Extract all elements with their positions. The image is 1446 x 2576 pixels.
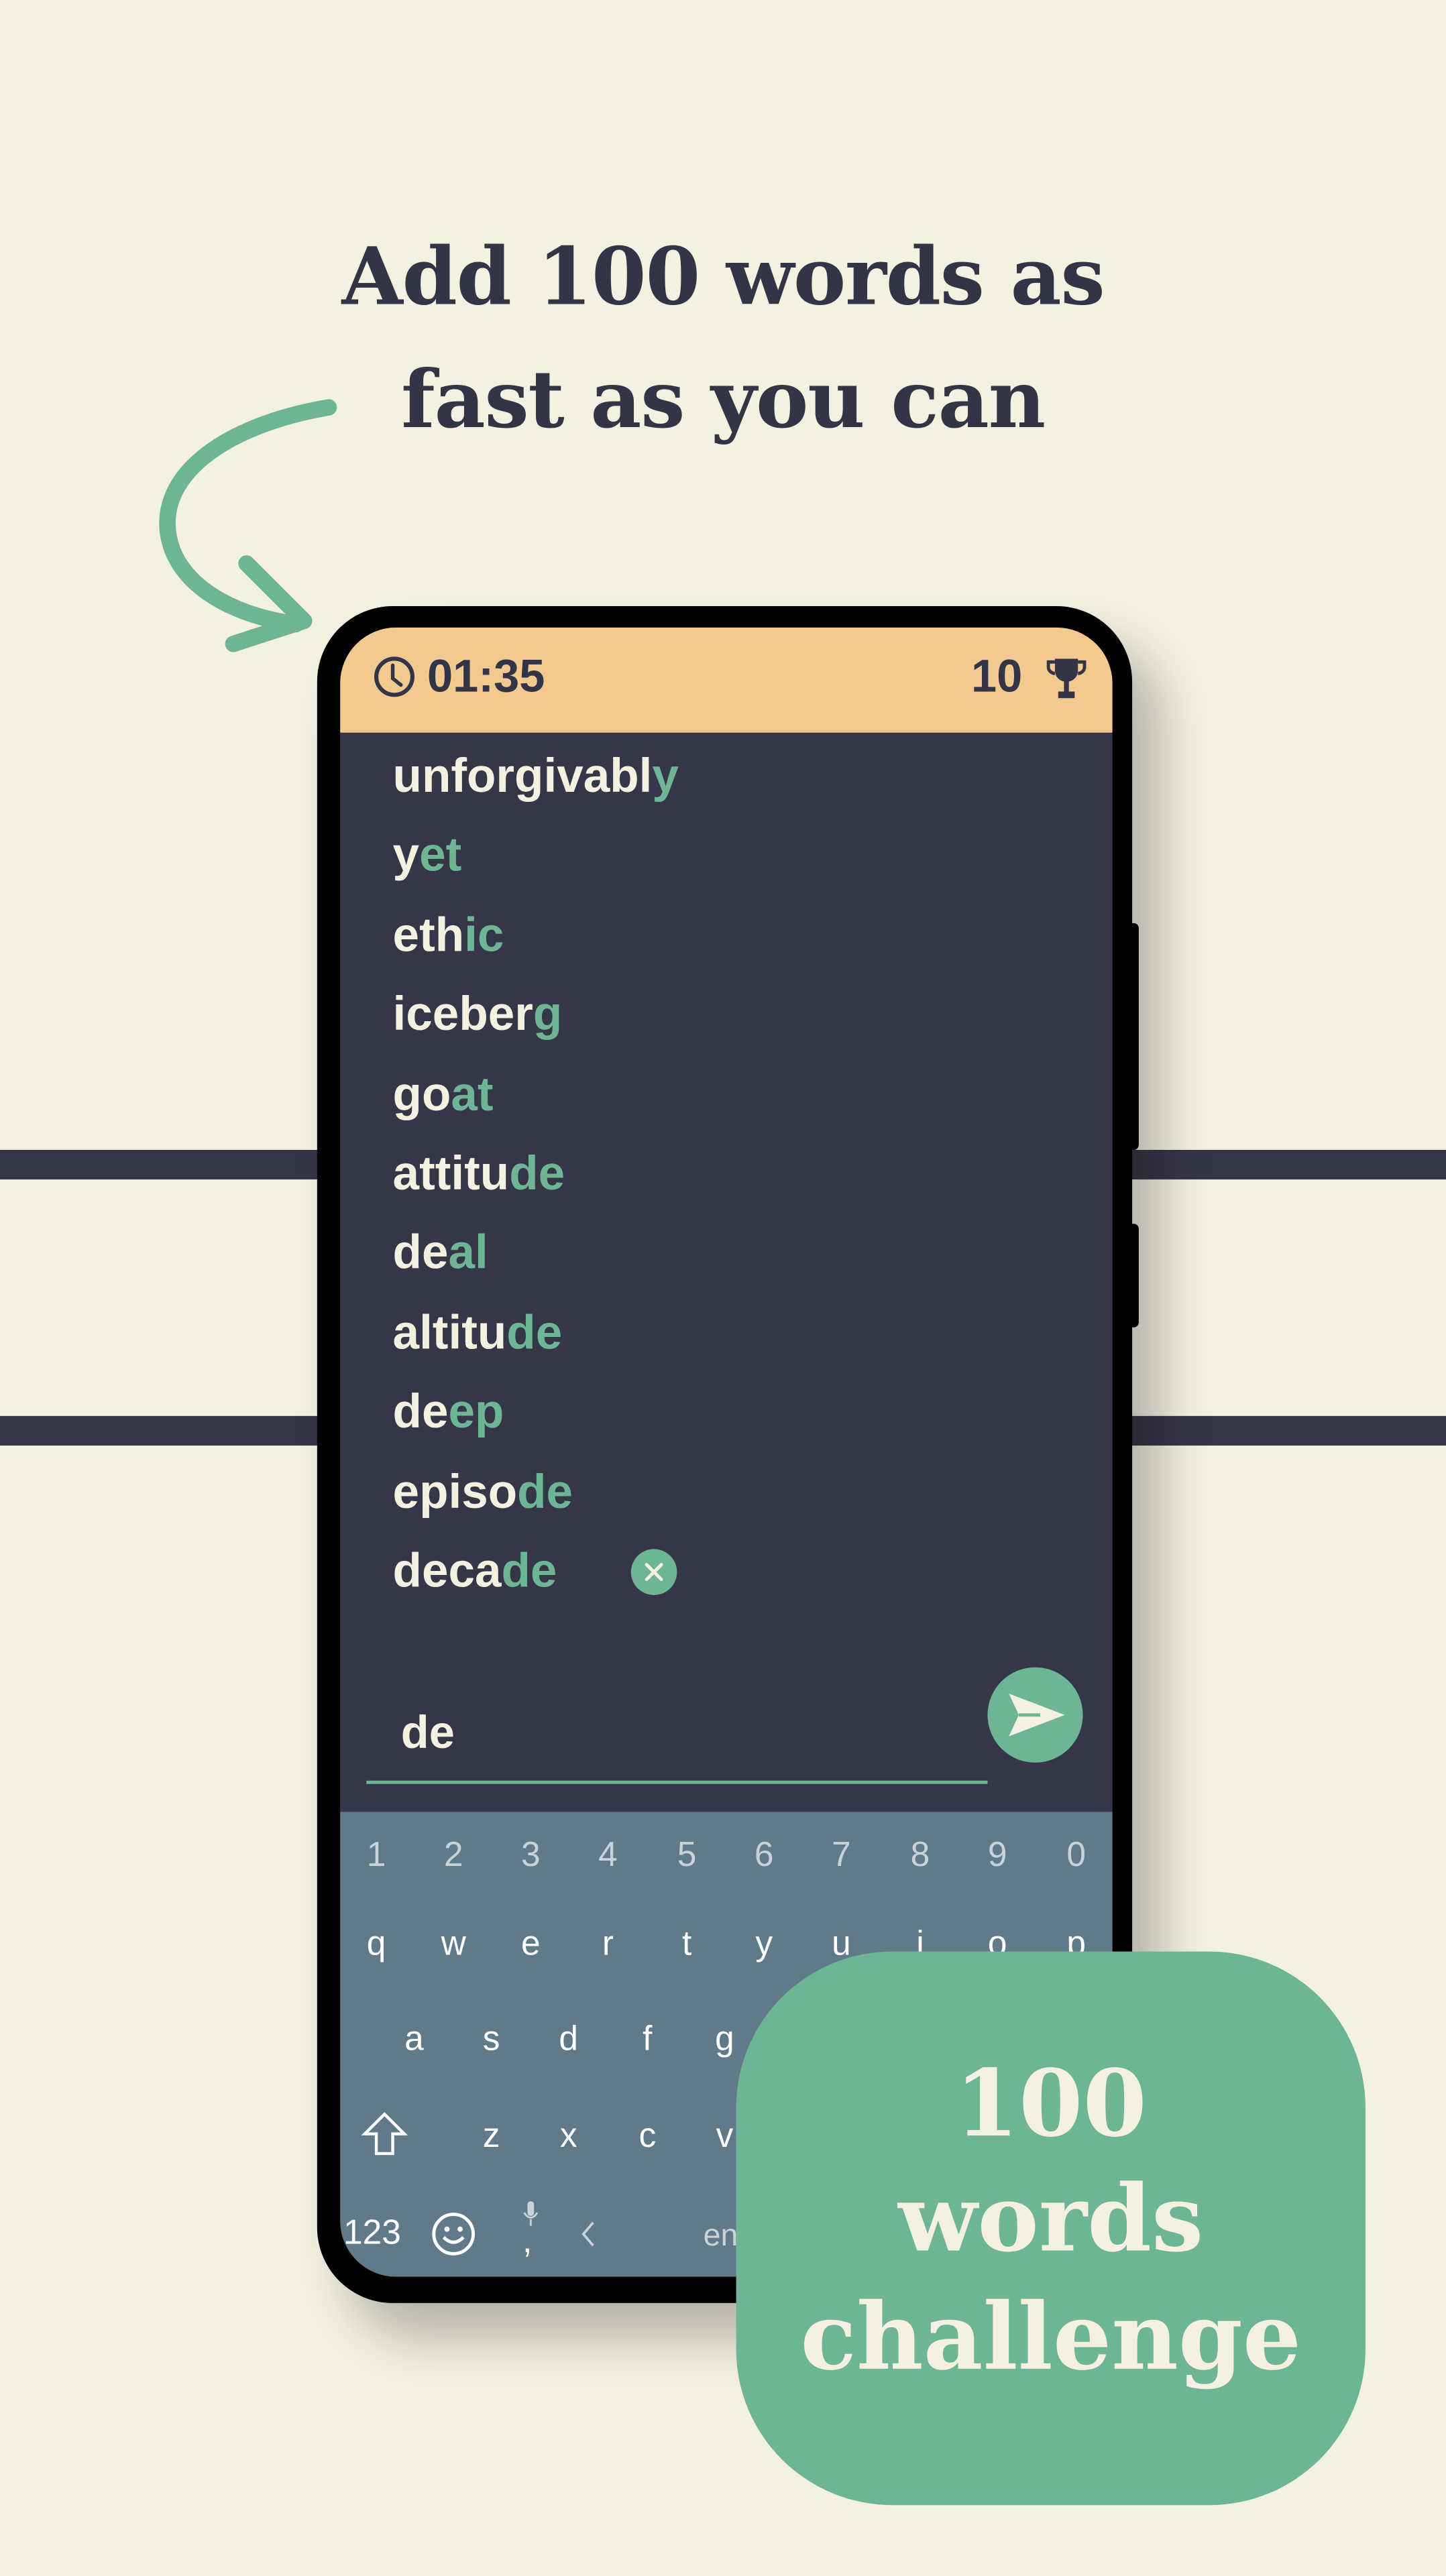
word-completed-part: et [419,830,462,883]
word-typed-part: go [392,1068,451,1122]
word-list-item: altitude [393,1309,563,1358]
word-completed-part: y [652,750,679,804]
shift-key-icon[interactable] [360,2111,410,2157]
clock-icon [374,656,415,697]
key-q[interactable]: q [351,1927,401,1961]
word-typed-part: unforgivabl [392,750,653,804]
word-typed-part: eth [392,909,465,963]
comma-key[interactable]: , [522,2223,532,2262]
key-w[interactable]: w [429,1927,478,1961]
word-list-item: yet [393,833,462,881]
emoji-key-icon[interactable] [431,2211,477,2258]
word-completed-part: al [448,1228,488,1281]
key-z[interactable]: z [467,2119,516,2154]
word-completed-part: de [517,1466,573,1519]
word-list-item: ethic [392,909,504,963]
word-input-value: de [400,1706,455,1758]
badge-line-2: words [898,2165,1204,2274]
badge-line-1: 100 [954,2050,1147,2159]
word-list-item: unforgivably [392,750,679,804]
word-typed-part: de [392,1387,449,1440]
word-completed-part: de [509,1148,565,1201]
key-7[interactable]: 7 [817,1838,867,1873]
key-y[interactable]: y [740,1927,789,1961]
word-typed-part: iceber [392,989,533,1042]
key-c[interactable]: c [623,2119,673,2154]
word-completed-part: at [451,1068,494,1122]
key-f[interactable]: f [623,2022,673,2056]
trophy-icon [1046,658,1087,699]
word-list-item: iceberg [393,992,563,1040]
word-list-item: goat [392,1068,494,1122]
headline-line-1: Add 100 words as [341,231,1105,324]
key-6[interactable]: 6 [740,1838,789,1873]
word-typed-part: attitu [392,1148,510,1201]
space-key[interactable]: en [704,2219,738,2256]
key-2[interactable]: 2 [429,1838,478,1873]
word-typed-part: de [392,1228,449,1281]
word-completed-part: ic [464,909,504,963]
chevron-left-icon[interactable] [578,2219,598,2249]
word-list-item: deep [392,1387,504,1440]
word-list-item: deal [392,1228,488,1281]
key-4[interactable]: 4 [583,1838,633,1873]
numbers-key[interactable]: 123 [343,2215,401,2254]
key-0[interactable]: 0 [1052,1838,1101,1873]
key-x[interactable]: x [544,2119,594,2154]
curved-arrow-icon [159,399,337,652]
key-a[interactable]: a [390,2022,439,2056]
key-e[interactable]: e [506,1927,556,1961]
word-typed-part: altitu [392,1307,507,1360]
close-icon [645,1563,663,1582]
game-header: 01:35 10 [340,627,1113,733]
key-8[interactable]: 8 [895,1838,945,1873]
word-typed-part: y [392,830,420,883]
key-r[interactable]: r [583,1927,633,1961]
key-g[interactable]: g [700,2022,750,2056]
send-icon [1009,1693,1065,1737]
key-1[interactable]: 1 [351,1838,401,1873]
badge-line-3: challenge [800,2283,1302,2392]
challenge-badge: 100 words challenge [736,1951,1366,2506]
key-d[interactable]: d [544,2022,594,2056]
clear-word-button[interactable] [630,1549,677,1595]
key-5[interactable]: 5 [662,1838,711,1873]
word-typed-part: episo [392,1466,518,1519]
word-list-item: attitude [393,1151,565,1199]
word-list-item: episode [393,1469,573,1517]
score: 10 [970,650,1023,702]
promo-canvas: Add 100 words as fast as you can 01:35 1… [0,0,1446,2576]
word-typed-part: deca [392,1545,502,1598]
send-button[interactable] [987,1667,1083,1763]
key-9[interactable]: 9 [972,1838,1022,1873]
word-completed-part: g [533,989,563,1042]
word-completed-part: de [506,1307,563,1360]
word-completed-part: de [501,1545,557,1598]
key-3[interactable]: 3 [506,1838,556,1873]
word-input[interactable]: de [366,1679,988,1784]
word-completed-part: ep [448,1387,504,1440]
word-list-item: decade [393,1548,557,1596]
key-t[interactable]: t [662,1927,711,1961]
timer: 01:35 [427,650,545,702]
key-s[interactable]: s [467,2022,516,2056]
